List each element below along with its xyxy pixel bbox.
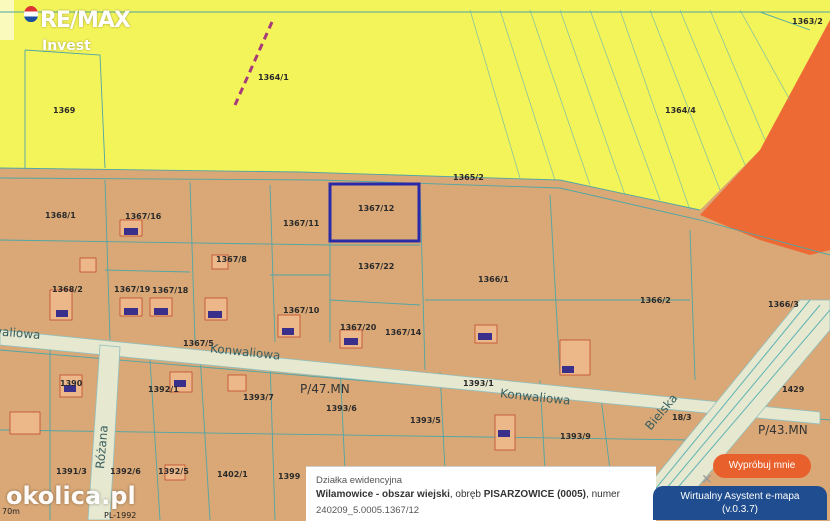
popup-location: Wilamowice - obszar wiejski, obręb PISAR… [316,489,620,500]
parcel-label[interactable]: 1390 [60,379,82,388]
cadastral-map[interactable] [0,0,830,520]
assistant-version: (v.0.3.7) [722,504,758,515]
popup-precinct: PISARZOWICE (0005) [483,489,587,500]
parcel-label[interactable]: 1399 [278,472,300,481]
remax-logo: RE/MAX Invest [4,4,144,54]
parcel-label[interactable]: 1368/2 [52,285,83,294]
virtual-assistant-button[interactable]: Wirtualny Asystent e-mapa (v.0.3.7) [653,486,827,520]
parcel-label[interactable]: 1364/1 [258,73,289,82]
parcel-label[interactable]: 1367/18 [152,286,188,295]
zone-code: P/43.MN [758,423,808,437]
parcel-label[interactable]: 1393/9 [560,432,591,441]
parcel-label[interactable]: 1365/2 [453,173,484,182]
watermark: okolica.pl [6,482,136,510]
assistant-label: Wirtualny Asystent e-mapa [680,491,800,502]
logo-sub: Invest [42,38,91,54]
parcel-label[interactable]: 1367/22 [358,262,394,271]
parcel-label[interactable]: 1429 [782,385,804,394]
parcel-label[interactable]: 1367/8 [216,255,247,264]
parcel-label[interactable]: 1392/6 [110,467,141,476]
parcel-label[interactable]: 1367/5 [183,339,214,348]
zone-code: P/47.MN [300,382,350,396]
logo-brand: RE/MAX [40,8,131,33]
parcel-label[interactable]: 1367/11 [283,219,319,228]
parcel-info-popup: Działka ewidencyjna Wilamowice - obszar … [306,466,656,521]
parcel-label[interactable]: 1393/1 [463,379,494,388]
parcel-label[interactable]: 1393/5 [410,416,441,425]
parcel-label[interactable]: 1368/1 [45,211,76,220]
parcel-label[interactable]: 1393/7 [243,393,274,402]
parcel-label[interactable]: 1369 [53,106,75,115]
popup-location-name: Wilamowice - obszar wiejski [316,489,450,500]
popup-title: Działka ewidencyjna [316,475,403,486]
parcel-label[interactable]: 1367/12 [358,204,394,213]
parcel-label[interactable]: 1366/2 [640,296,671,305]
popup-parcel-code: 240209_5.0005.1367/12 [316,505,420,516]
parcel-label[interactable]: 1366/3 [768,300,799,309]
balloon-icon [24,6,38,22]
parcel-label[interactable]: 1367/20 [340,323,376,332]
parcel-label[interactable]: 1392/1 [148,385,179,394]
parcel-label[interactable]: 1402/1 [217,470,248,479]
parcel-label[interactable]: 18/3 [672,413,692,422]
parcel-label[interactable]: 1367/10 [283,306,319,315]
parcel-label[interactable]: 1367/19 [114,285,150,294]
parcel-label[interactable]: 1366/1 [478,275,509,284]
parcel-label[interactable]: 1367/14 [385,328,421,337]
scale-label: 70m [2,507,20,516]
parcel-label[interactable]: 1364/4 [665,106,696,115]
parcel-label[interactable]: 1393/6 [326,404,357,413]
popup-precinct-prefix: , obręb [449,489,484,500]
crs-label: PL-1992 [104,511,137,520]
parcel-label[interactable]: 1367/16 [125,212,161,221]
parcel-label[interactable]: 1392/5 [158,467,189,476]
try-me-button[interactable]: Wypróbuj mnie [713,454,811,478]
parcel-label[interactable]: 1363/2 [792,17,823,26]
popup-number-prefix: , numer [586,489,620,500]
parcel-label[interactable]: 1391/3 [56,467,87,476]
